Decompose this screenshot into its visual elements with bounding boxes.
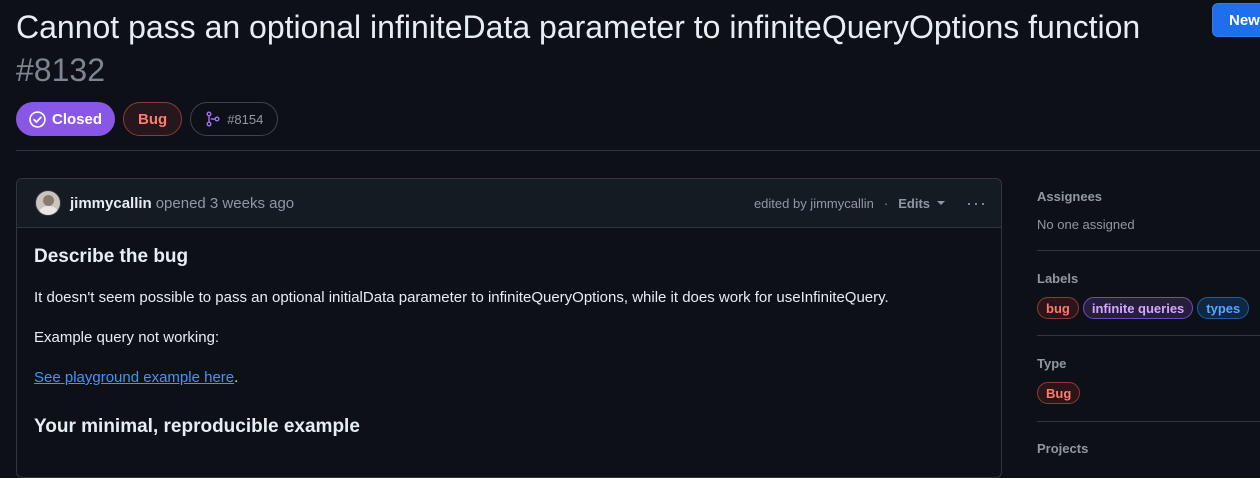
projects-section[interactable]: Projects bbox=[1037, 441, 1260, 456]
new-issue-button[interactable]: New bbox=[1212, 3, 1260, 37]
linked-pr-badge[interactable]: #8154 bbox=[190, 102, 279, 136]
chevron-down-icon bbox=[937, 201, 946, 205]
type-value-row: Bug bbox=[1037, 382, 1260, 404]
example-intro: Example query not working: bbox=[34, 329, 220, 346]
playground-paragraph: See playground example here. bbox=[34, 369, 238, 386]
bug-description: It doesn't seem possible to pass an opti… bbox=[34, 289, 889, 306]
playground-link[interactable]: See playground example here bbox=[34, 369, 234, 386]
comment-header-actions: edited by jimmycallin · Edits ··· bbox=[754, 179, 987, 227]
edits-dropdown[interactable]: Edits bbox=[898, 196, 946, 211]
check-circle-icon bbox=[29, 110, 46, 128]
issue-title-text: Cannot pass an optional infiniteData par… bbox=[16, 9, 1141, 45]
pull-request-icon bbox=[206, 111, 220, 127]
sidebar-divider bbox=[1037, 335, 1260, 336]
comment-header: jimmycallin opened 3 weeks ago edited by… bbox=[17, 179, 1001, 228]
avatar[interactable] bbox=[35, 190, 61, 216]
heading-reproducible-example: Your minimal, reproducible example bbox=[34, 416, 360, 437]
playground-suffix: . bbox=[234, 369, 239, 386]
label-types[interactable]: types bbox=[1197, 297, 1250, 319]
type-heading: Type bbox=[1037, 356, 1067, 371]
assignees-heading: Assignees bbox=[1037, 189, 1103, 204]
issue-number: #8132 bbox=[16, 52, 105, 88]
comment-author[interactable]: jimmycallin bbox=[70, 195, 152, 212]
labels-section[interactable]: Labels bug infinite queries types bbox=[1037, 271, 1260, 319]
sidebar-divider bbox=[1037, 250, 1260, 251]
edited-by-text: edited by jimmycallin bbox=[753, 195, 874, 211]
type-section[interactable]: Type Bug bbox=[1037, 356, 1260, 404]
heading-describe-bug: Describe the bug bbox=[34, 246, 189, 267]
issue-type-badge[interactable]: Bug bbox=[123, 102, 183, 136]
labels-heading: Labels bbox=[1037, 271, 1079, 286]
assignees-section[interactable]: Assignees No one assigned bbox=[1037, 189, 1260, 232]
closed-state-badge: Closed bbox=[16, 102, 116, 136]
comment-opened-time: opened 3 weeks ago bbox=[155, 194, 295, 212]
closed-state-label: Closed bbox=[52, 110, 103, 128]
more-options-icon[interactable]: ··· bbox=[966, 193, 987, 214]
separator-dot: · bbox=[883, 195, 889, 211]
projects-heading: Projects bbox=[1037, 441, 1089, 456]
type-bug-label[interactable]: Bug bbox=[1037, 382, 1081, 404]
label-bug[interactable]: bug bbox=[1037, 297, 1079, 319]
linked-pr-number: #8154 bbox=[227, 111, 264, 127]
label-infinite-queries[interactable]: infinite queries bbox=[1082, 297, 1194, 319]
assignees-value: No one assigned bbox=[1037, 217, 1135, 232]
edits-label: Edits bbox=[898, 195, 931, 211]
labels-list: bug infinite queries types bbox=[1037, 297, 1260, 319]
issue-title: Cannot pass an optional infiniteData par… bbox=[16, 6, 1166, 92]
header-divider bbox=[16, 150, 1260, 151]
issue-state-row: Closed Bug #8154 bbox=[16, 102, 279, 136]
issue-comment: jimmycallin opened 3 weeks ago edited by… bbox=[16, 178, 1002, 478]
sidebar-divider bbox=[1037, 421, 1260, 422]
